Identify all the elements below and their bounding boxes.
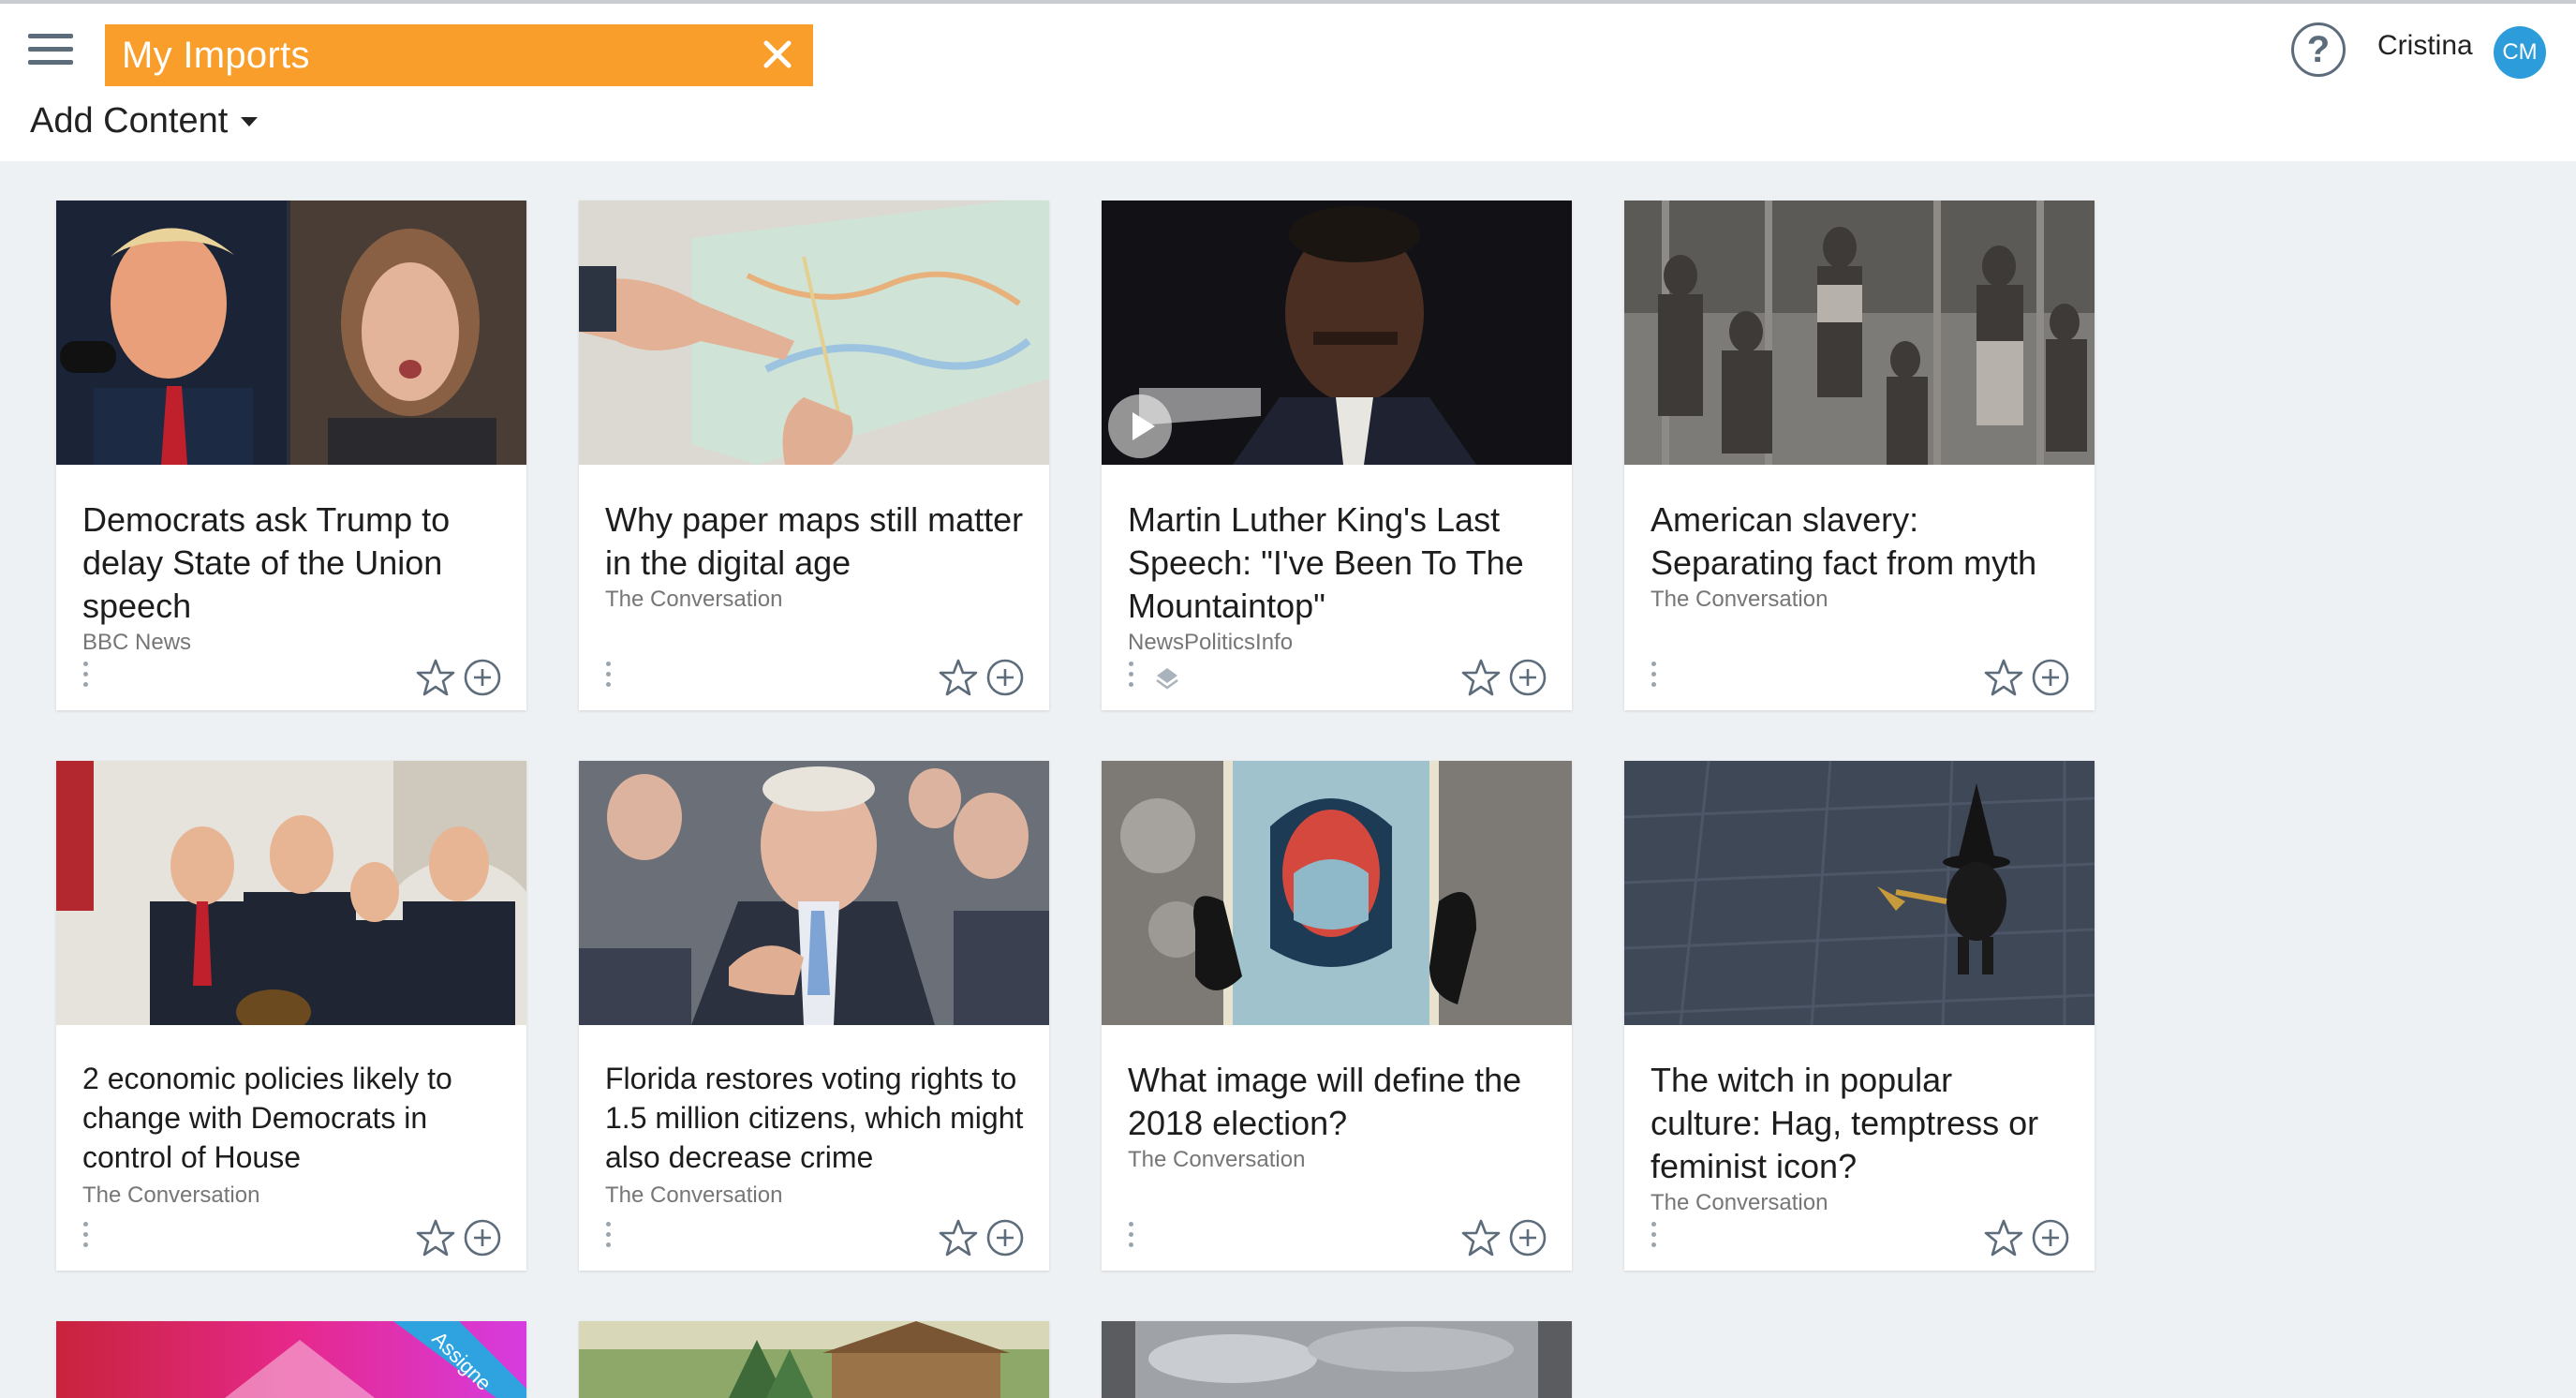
star-icon[interactable] <box>1984 1218 2023 1257</box>
content-card[interactable]: Assigne <box>56 1321 526 1398</box>
add-circle-icon[interactable] <box>463 658 502 697</box>
star-icon[interactable] <box>939 1218 978 1257</box>
content-card[interactable] <box>1102 1321 1572 1398</box>
card-thumbnail <box>1624 201 2095 465</box>
content-card[interactable]: What image will define the 2018 election… <box>1102 761 1572 1271</box>
more-options-icon[interactable] <box>1128 662 1135 690</box>
card-title[interactable]: 2 economic policies likely to change wit… <box>82 1059 502 1177</box>
card-source: BBC News <box>82 630 192 655</box>
play-icon[interactable] <box>1105 392 1175 461</box>
more-options-icon[interactable] <box>82 1222 90 1250</box>
card-source: The Conversation <box>82 1182 260 1208</box>
card-thumbnail <box>579 201 1049 465</box>
star-icon[interactable] <box>1984 658 2023 697</box>
card-title[interactable]: The witch in popular culture: Hag, tempt… <box>1651 1059 2070 1188</box>
more-options-icon[interactable] <box>1651 1222 1658 1250</box>
more-options-icon[interactable] <box>605 662 613 690</box>
card-thumbnail <box>579 761 1049 1025</box>
content-card[interactable]: Why paper maps still matter in the digit… <box>579 201 1049 710</box>
card-title[interactable]: Martin Luther King's Last Speech: "I've … <box>1128 498 1547 628</box>
add-circle-icon[interactable] <box>463 1218 502 1257</box>
top-bar: My Imports Add Content ? Cristina CM <box>0 0 2576 161</box>
more-options-icon[interactable] <box>605 1222 613 1250</box>
card-thumbnail: Assigne <box>56 1321 526 1398</box>
card-source: The Conversation <box>605 587 783 612</box>
more-options-icon[interactable] <box>1128 1222 1135 1250</box>
card-title[interactable]: What image will define the 2018 election… <box>1128 1059 1547 1145</box>
star-icon[interactable] <box>1461 658 1501 697</box>
card-thumbnail <box>1102 761 1572 1025</box>
caret-down-icon <box>241 116 259 126</box>
card-thumbnail <box>56 201 526 465</box>
card-source: The Conversation <box>605 1182 783 1208</box>
content-card[interactable]: The witch in popular culture: Hag, tempt… <box>1624 761 2095 1271</box>
card-source: NewsPoliticsInfo <box>1128 630 1294 655</box>
card-thumbnail <box>579 1321 1049 1398</box>
active-filter-label: My Imports <box>122 34 310 76</box>
card-title[interactable]: American slavery: Separating fact from m… <box>1651 498 2070 585</box>
add-circle-icon[interactable] <box>985 658 1025 697</box>
star-icon[interactable] <box>416 658 455 697</box>
star-icon[interactable] <box>416 1218 455 1257</box>
content-card[interactable]: Democrats ask Trump to delay State of th… <box>56 201 526 710</box>
star-icon[interactable] <box>1461 1218 1501 1257</box>
add-content-label: Add Content <box>30 101 229 141</box>
avatar[interactable]: CM <box>2494 26 2546 79</box>
add-circle-icon[interactable] <box>2031 1218 2070 1257</box>
card-source: The Conversation <box>1128 1147 1306 1172</box>
content-card[interactable] <box>579 1321 1049 1398</box>
add-circle-icon[interactable] <box>2031 658 2070 697</box>
content-card[interactable]: Martin Luther King's Last Speech: "I've … <box>1102 201 1572 710</box>
card-thumbnail <box>1102 1321 1572 1398</box>
more-options-icon[interactable] <box>82 662 90 690</box>
card-title[interactable]: Why paper maps still matter in the digit… <box>605 498 1025 585</box>
content-card[interactable]: 2 economic policies likely to change wit… <box>56 761 526 1271</box>
card-source: The Conversation <box>1651 587 1828 612</box>
star-icon[interactable] <box>939 658 978 697</box>
more-options-icon[interactable] <box>1651 662 1658 690</box>
active-filter-tag[interactable]: My Imports <box>105 24 813 86</box>
card-title[interactable]: Democrats ask Trump to delay State of th… <box>82 498 502 628</box>
hamburger-menu-icon[interactable] <box>28 32 77 69</box>
content-card[interactable]: American slavery: Separating fact from m… <box>1624 201 2095 710</box>
close-icon[interactable] <box>757 34 798 75</box>
card-thumbnail <box>56 761 526 1025</box>
content-card[interactable]: Florida restores voting rights to 1.5 mi… <box>579 761 1049 1271</box>
card-thumbnail <box>1624 761 2095 1025</box>
layers-icon <box>1156 668 1178 690</box>
card-source: The Conversation <box>1651 1190 1828 1215</box>
user-name[interactable]: Cristina <box>2377 30 2473 62</box>
help-icon[interactable]: ? <box>2291 22 2346 77</box>
add-circle-icon[interactable] <box>1508 1218 1547 1257</box>
card-title[interactable]: Florida restores voting rights to 1.5 mi… <box>605 1059 1025 1177</box>
add-circle-icon[interactable] <box>985 1218 1025 1257</box>
content-grid: Democrats ask Trump to delay State of th… <box>0 161 2576 1398</box>
add-circle-icon[interactable] <box>1508 658 1547 697</box>
add-content-dropdown[interactable]: Add Content <box>30 101 259 141</box>
